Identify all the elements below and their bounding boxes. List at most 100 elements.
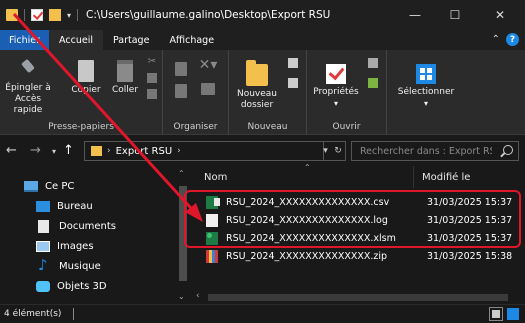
column-header-modified[interactable]: Modifié le (422, 166, 470, 188)
table-row[interactable]: RSU_2024_XXXXXXXXXXXXXX.xlsm 31/03/2025 … (190, 230, 525, 248)
back-arrow-icon[interactable]: ← (6, 143, 17, 158)
scrollbar-thumb[interactable] (179, 186, 187, 281)
sidebar-item-bureau[interactable]: Bureau (36, 196, 93, 216)
horizontal-scrollbar[interactable]: ‹ (190, 290, 525, 304)
documents-icon (38, 219, 49, 233)
move-to-button[interactable] (171, 62, 191, 101)
new-folder-icon (246, 60, 268, 86)
log-file-icon (206, 214, 218, 227)
open-group: Propriétés ▾ Ouvrir (307, 50, 387, 135)
scroll-left-icon[interactable]: ‹ (196, 291, 200, 301)
new-folder-quick-icon[interactable] (49, 9, 61, 21)
copy-button[interactable]: Copier (68, 60, 104, 96)
paste-icon (117, 60, 133, 82)
pin-label-1: Épingler à (5, 83, 51, 93)
status-bar: 4 élément(s) (0, 304, 525, 323)
sidebar-item-ce-pc[interactable]: Ce PC (24, 176, 74, 196)
breadcrumb-chevron-icon[interactable]: › (177, 146, 181, 156)
forward-arrow-icon[interactable]: → (30, 143, 41, 158)
zip-file-icon (206, 250, 218, 263)
customize-quick-access-icon[interactable]: ▾ (67, 11, 71, 20)
scroll-up-icon[interactable]: ⌃ (178, 169, 185, 178)
rename-icon (201, 83, 215, 95)
address-bar[interactable]: › Export RSU › (84, 141, 324, 161)
open-button[interactable] (363, 58, 383, 88)
sidebar-item-label: Bureau (57, 200, 93, 212)
pin-icon (18, 60, 38, 80)
open-group-label: Ouvrir (332, 122, 361, 132)
clipboard-group: Épingler à Accès rapide Copier Coller ✂ … (0, 50, 163, 135)
divider (73, 308, 74, 320)
paste-shortcut-icon[interactable] (147, 89, 157, 99)
large-icons-view-icon[interactable] (507, 308, 519, 320)
3d-objects-icon (36, 280, 50, 292)
move-icon (175, 62, 187, 76)
pin-quick-access-button[interactable]: Épingler à Accès rapide (4, 60, 52, 116)
table-row[interactable]: RSU_2024_XXXXXXXXXXXXXX.csv 31/03/2025 1… (190, 194, 525, 212)
file-modified: 31/03/2025 15:38 (427, 251, 513, 262)
paste-button[interactable]: Coller (108, 60, 142, 96)
organize-group-label: Organiser (173, 122, 218, 132)
new-folder-label-2: dossier (240, 100, 274, 110)
sidebar-item-label: Documents (59, 220, 117, 232)
easy-access-icon (288, 77, 298, 88)
scrollbar-thumb[interactable] (208, 294, 508, 301)
new-item-icon (288, 58, 298, 68)
tab-accueil[interactable]: Accueil (49, 30, 103, 50)
properties-button[interactable]: Propriétés ▾ (313, 64, 359, 109)
maximize-button[interactable]: ☐ (435, 0, 475, 30)
minimize-button[interactable]: — (395, 0, 435, 30)
search-box[interactable] (351, 141, 519, 161)
select-group: Sélectionner ▾ (387, 50, 467, 135)
select-label: Sélectionner (397, 87, 455, 97)
copy-path-icon[interactable] (147, 73, 157, 83)
table-row[interactable]: RSU_2024_XXXXXXXXXXXXXX.log 31/03/2025 1… (190, 212, 525, 230)
excel-file-icon (206, 232, 218, 245)
sidebar-item-label: Musique (59, 260, 101, 272)
divider (24, 9, 25, 21)
search-input[interactable] (352, 145, 492, 157)
new-item-button[interactable] (283, 58, 303, 88)
sidebar-item-label: Objets 3D (57, 280, 107, 292)
scroll-down-icon[interactable]: ⌄ (178, 292, 185, 301)
new-folder-button[interactable]: Nouveau dossier (235, 60, 279, 111)
sidebar-item-objets-3d[interactable]: Objets 3D (36, 276, 107, 296)
ribbon: Épingler à Accès rapide Copier Coller ✂ … (0, 50, 525, 135)
file-name: RSU_2024_XXXXXXXXXXXXXX.log (226, 215, 388, 226)
tab-fichier[interactable]: Fichier (0, 30, 50, 50)
csv-file-icon (206, 196, 220, 209)
search-icon[interactable] (503, 145, 513, 155)
recent-locations-icon[interactable]: ▾ (52, 147, 56, 156)
sidebar-item-musique[interactable]: Musique (38, 256, 101, 276)
properties-quick-icon[interactable] (31, 9, 43, 21)
tab-affichage[interactable]: Affichage (159, 30, 224, 50)
address-row: ← → ▾ ↑ › Export RSU › ▾ ↻ (0, 136, 525, 166)
address-dropdown-icon[interactable]: ▾ (323, 146, 328, 156)
nav-scrollbar[interactable]: ⌃ ⌄ (176, 166, 190, 304)
table-row[interactable]: RSU_2024_XXXXXXXXXXXXXX.zip 31/03/2025 1… (190, 248, 525, 266)
help-icon[interactable]: ? (506, 33, 519, 46)
folder-icon (91, 146, 102, 156)
navigation-pane: Ce PC Bureau Documents Images Musique Ob… (0, 166, 190, 304)
column-header-name[interactable]: ⌃ Nom (204, 163, 414, 188)
ribbon-tabs: Fichier Accueil Partage Affichage ⌃ ? (0, 30, 525, 50)
scissors-icon: ✂ (147, 56, 157, 67)
file-modified: 31/03/2025 15:37 (427, 233, 513, 244)
sidebar-item-documents[interactable]: Documents (38, 216, 116, 236)
breadcrumb[interactable]: Export RSU (116, 146, 173, 157)
sidebar-item-label: Ce PC (45, 180, 75, 192)
breadcrumb-chevron-icon[interactable]: › (107, 146, 111, 156)
file-name: RSU_2024_XXXXXXXXXXXXXX.csv (226, 197, 390, 208)
close-button[interactable]: ✕ (480, 0, 520, 30)
delete-button[interactable]: ✕▾ (195, 58, 221, 98)
tab-partage[interactable]: Partage (103, 30, 159, 50)
details-view-icon[interactable] (489, 307, 503, 321)
collapse-ribbon-icon[interactable]: ⌃ (492, 34, 500, 45)
cut-button[interactable]: ✂ (144, 56, 160, 99)
refresh-icon[interactable]: ↻ (334, 146, 342, 156)
file-modified: 31/03/2025 15:37 (427, 197, 513, 208)
sidebar-item-images[interactable]: Images (36, 236, 94, 256)
up-arrow-icon[interactable]: ↑ (63, 143, 74, 158)
select-button[interactable]: Sélectionner ▾ (393, 64, 459, 109)
copy-label: Copier (71, 85, 101, 95)
